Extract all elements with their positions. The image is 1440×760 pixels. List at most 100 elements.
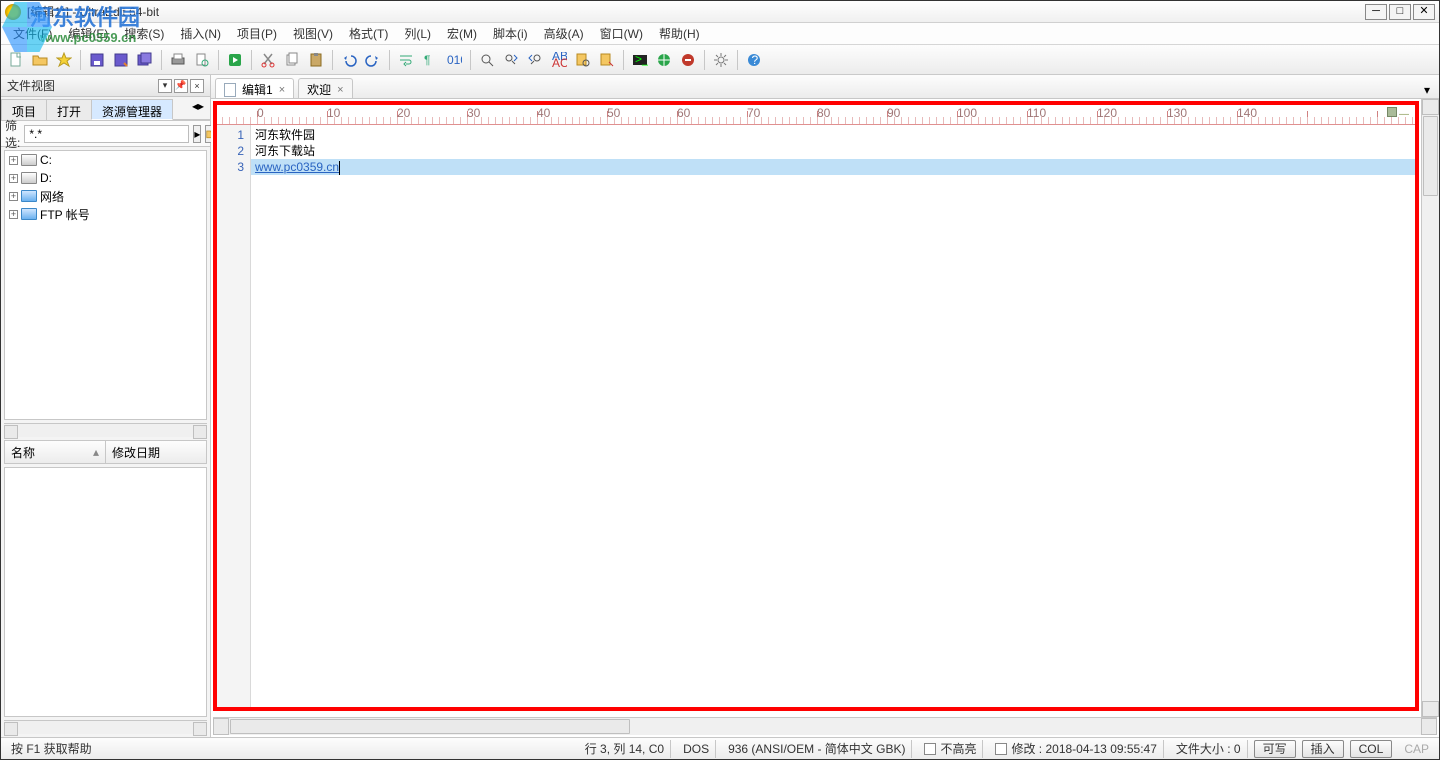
- status-help: 按 F1 获取帮助: [5, 740, 98, 758]
- filter-input[interactable]: [24, 125, 189, 143]
- hex-icon[interactable]: 010: [443, 49, 465, 71]
- maximize-button[interactable]: □: [1389, 4, 1411, 20]
- panel-close-icon[interactable]: ×: [190, 79, 204, 93]
- status-encoding[interactable]: 936 (ANSI/OEM - 简体中文 GBK): [722, 740, 912, 758]
- status-capslock: CAP: [1398, 740, 1435, 758]
- show-invisibles-icon[interactable]: ¶: [419, 49, 441, 71]
- tree-item-ftp[interactable]: +FTP 帐号: [5, 205, 206, 223]
- line[interactable]: 河东下载站: [251, 143, 1415, 159]
- file-icon: [224, 83, 236, 97]
- tree-item-d[interactable]: +D:: [5, 169, 206, 187]
- panel-pin-icon[interactable]: 📌: [174, 79, 188, 93]
- line-gutter: 1 2 3: [217, 125, 251, 707]
- replace-icon[interactable]: ABAC: [548, 49, 570, 71]
- side-hscroll-2[interactable]: [4, 720, 207, 734]
- save-all-icon[interactable]: [134, 49, 156, 71]
- menu-window[interactable]: 窗口(W): [592, 23, 651, 44]
- file-list-header[interactable]: 名称▴ 修改日期: [4, 440, 207, 464]
- svg-text:¶: ¶: [424, 53, 430, 67]
- status-bar: 按 F1 获取帮助 行 3, 列 14, C0 DOS 936 (ANSI/OE…: [1, 737, 1439, 759]
- tab-edit1[interactable]: 编辑1 ×: [215, 78, 294, 98]
- save-as-icon[interactable]: [110, 49, 132, 71]
- tree-item-network[interactable]: +网络: [5, 187, 206, 205]
- find-icon[interactable]: [476, 49, 498, 71]
- new-file-icon[interactable]: [5, 49, 27, 71]
- side-tab-open[interactable]: 打开: [46, 99, 92, 120]
- line[interactable]: 河东软件园: [251, 127, 1415, 143]
- col-name[interactable]: 名称: [11, 444, 35, 461]
- line[interactable]: www.pc0359.cn: [251, 159, 1415, 175]
- svg-text:AC: AC: [552, 56, 567, 68]
- menu-script[interactable]: 脚本(i): [485, 23, 536, 44]
- close-tab-icon[interactable]: ×: [279, 84, 285, 96]
- folder-icon: [21, 208, 37, 220]
- menu-advanced[interactable]: 高级(A): [536, 23, 592, 44]
- run-icon[interactable]: [224, 49, 246, 71]
- settings-icon[interactable]: [710, 49, 732, 71]
- side-hscroll[interactable]: [4, 423, 207, 437]
- status-modified: 修改 : 2018-04-13 09:55:47: [989, 740, 1163, 758]
- status-insert-button[interactable]: 插入: [1302, 740, 1344, 758]
- status-position: 行 3, 列 14, C0: [579, 740, 671, 758]
- favorites-icon[interactable]: [53, 49, 75, 71]
- copy-icon[interactable]: [281, 49, 303, 71]
- status-column-button[interactable]: COL: [1350, 740, 1393, 758]
- col-date[interactable]: 修改日期: [112, 444, 160, 461]
- file-list[interactable]: [4, 467, 207, 717]
- side-tabs: 项目 打开 资源管理器 ◂▸: [1, 97, 210, 121]
- ruler: 0102030405060708090100110120130140 —: [217, 105, 1415, 125]
- panel-menu-icon[interactable]: ▾: [158, 79, 172, 93]
- status-eol[interactable]: DOS: [677, 740, 716, 758]
- cut-icon[interactable]: [257, 49, 279, 71]
- close-tab-icon[interactable]: ×: [337, 84, 343, 96]
- window-title: [编辑1*] - UltraEdit 64-bit: [27, 3, 1365, 20]
- app-icon: [5, 4, 21, 20]
- find-next-icon[interactable]: [500, 49, 522, 71]
- compare-icon[interactable]: [677, 49, 699, 71]
- tree-item-c[interactable]: +C:: [5, 151, 206, 169]
- help-icon[interactable]: ?: [743, 49, 765, 71]
- menu-file[interactable]: 文件(F): [5, 23, 60, 44]
- side-tab-explorer[interactable]: 资源管理器: [91, 99, 173, 120]
- editor[interactable]: 0102030405060708090100110120130140 — 1 2…: [213, 101, 1419, 711]
- print-preview-icon[interactable]: [191, 49, 213, 71]
- menu-insert[interactable]: 插入(N): [172, 23, 229, 44]
- menu-edit[interactable]: 编辑(E): [60, 23, 116, 44]
- menu-view[interactable]: 视图(V): [285, 23, 341, 44]
- status-readwrite-button[interactable]: 可写: [1254, 740, 1296, 758]
- toolbar: ¶ 010 ABAC >_ ?: [1, 45, 1439, 75]
- explorer-tree[interactable]: +C: +D: +网络 +FTP 帐号: [4, 150, 207, 420]
- print-icon[interactable]: [167, 49, 189, 71]
- menu-format[interactable]: 格式(T): [341, 23, 396, 44]
- document-tabs: 编辑1 × 欢迎 × ▾: [211, 75, 1439, 99]
- menu-column[interactable]: 列(L): [396, 23, 439, 44]
- tab-welcome[interactable]: 欢迎 ×: [298, 78, 352, 98]
- open-file-icon[interactable]: [29, 49, 51, 71]
- save-icon[interactable]: [86, 49, 108, 71]
- paste-icon[interactable]: [305, 49, 327, 71]
- wordwrap-icon[interactable]: [395, 49, 417, 71]
- filter-go-button[interactable]: ▸: [193, 125, 201, 143]
- bookmark-toggle-icon[interactable]: —: [1387, 107, 1411, 119]
- ftp-icon[interactable]: [653, 49, 675, 71]
- menu-macro[interactable]: 宏(M): [439, 23, 485, 44]
- menu-help[interactable]: 帮助(H): [651, 23, 708, 44]
- filter-label: 筛选:: [5, 117, 20, 151]
- menu-search[interactable]: 搜索(S): [116, 23, 172, 44]
- minimize-button[interactable]: ─: [1365, 4, 1387, 20]
- close-button[interactable]: ✕: [1413, 4, 1435, 20]
- editor-vscroll[interactable]: [1421, 99, 1439, 717]
- tab-list-dropdown-icon[interactable]: ▾: [1419, 82, 1435, 98]
- side-tabs-scroll-icon[interactable]: ◂▸: [186, 97, 210, 120]
- svg-text:?: ?: [752, 53, 759, 67]
- find-prev-icon[interactable]: [524, 49, 546, 71]
- text-area[interactable]: 河东软件园 河东下载站 www.pc0359.cn: [251, 125, 1415, 707]
- redo-icon[interactable]: [362, 49, 384, 71]
- terminal-icon[interactable]: >_: [629, 49, 651, 71]
- replace-in-files-icon[interactable]: [596, 49, 618, 71]
- undo-icon[interactable]: [338, 49, 360, 71]
- find-in-files-icon[interactable]: [572, 49, 594, 71]
- editor-hscroll[interactable]: [213, 717, 1437, 735]
- status-highlight[interactable]: 不高亮: [918, 740, 983, 758]
- menu-project[interactable]: 项目(P): [229, 23, 285, 44]
